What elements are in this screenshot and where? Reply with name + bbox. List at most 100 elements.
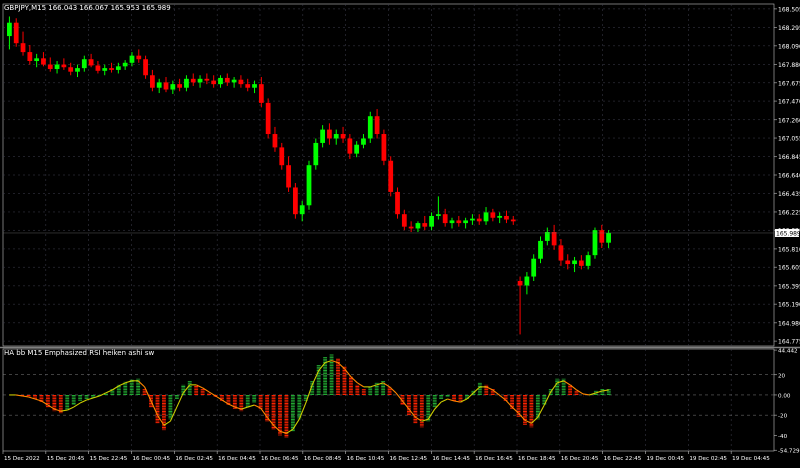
- candle-body: [354, 144, 360, 154]
- time-tick-label: 16 Dec 00:45: [133, 456, 171, 462]
- time-tick-label: 16 Dec 16:45: [475, 456, 513, 462]
- price-tick-label: 165.605: [778, 265, 800, 272]
- candle-body: [313, 142, 319, 166]
- time-tick-label: 16 Dec 14:45: [432, 456, 470, 462]
- candle-body: [578, 260, 584, 266]
- signal-line-segment: [318, 362, 326, 372]
- indicator-tick-label: -40: [778, 434, 788, 440]
- candle-body: [150, 75, 155, 88]
- candle-body: [544, 232, 550, 241]
- candle-body: [306, 165, 312, 206]
- candle-body: [7, 22, 12, 37]
- candle-body: [177, 84, 183, 88]
- candle-body: [483, 212, 489, 222]
- candle-body: [517, 280, 523, 286]
- candle-body: [381, 134, 387, 161]
- candle-body: [292, 187, 298, 215]
- candle-body: [504, 215, 509, 220]
- candle-body: [429, 215, 434, 227]
- price-tick-label: 168.295: [778, 25, 800, 32]
- time-tick-label: 16 Dec 22:45: [604, 456, 642, 462]
- indicator-tick-label: -20: [778, 414, 788, 420]
- candle-body: [333, 134, 339, 139]
- signal-line-segment: [208, 391, 216, 397]
- candle-body: [211, 80, 217, 85]
- signal-line-segment: [453, 400, 461, 403]
- axes-layer: 168.505 168.295 168.090 167.880 167.675 167.4…: [0, 6, 800, 462]
- candle-body: [197, 78, 203, 83]
- candle-body: [470, 218, 475, 221]
- price-tick-label: 167.675: [778, 80, 800, 87]
- signal-line-segment: [228, 403, 236, 408]
- candle-body: [606, 232, 611, 243]
- price-tick-label: 167.055: [778, 136, 800, 143]
- candle-body: [327, 129, 332, 139]
- price-tick-label: 166.435: [778, 191, 800, 198]
- candle-body: [88, 59, 94, 66]
- time-tick-label: 15 Dec 22:45: [90, 456, 128, 462]
- indicator-tick-label: 0.00: [778, 393, 791, 399]
- candle-body: [163, 82, 169, 90]
- candle-body: [184, 78, 189, 88]
- candle-body: [299, 205, 305, 215]
- candle-body: [497, 215, 503, 218]
- price-tick-label: 165.190: [778, 302, 800, 309]
- candle-body: [524, 276, 530, 286]
- candle-body: [81, 59, 87, 69]
- candle-body: [68, 67, 74, 72]
- candle-body: [367, 116, 373, 139]
- price-tick-label: 167.470: [778, 99, 800, 106]
- price-tick-label: 164.775: [778, 339, 800, 346]
- signal-line-segment: [169, 406, 178, 422]
- candle-body: [490, 212, 496, 218]
- candle-body: [320, 129, 326, 143]
- time-tick-label: 19 Dec 04:45: [732, 456, 770, 462]
- candle-body: [27, 52, 33, 61]
- time-tick-label: 16 Dec 08:45: [304, 456, 342, 462]
- candle-body: [156, 82, 162, 88]
- candle-body: [340, 134, 346, 139]
- candle-body: [422, 223, 428, 227]
- candle-body: [449, 220, 455, 224]
- candle-body: [408, 226, 414, 229]
- indicator-tick-label: 20: [778, 373, 786, 379]
- candle-body: [347, 138, 353, 154]
- candle-body: [463, 220, 468, 224]
- signal-line-segment: [582, 393, 590, 396]
- chart-svg[interactable]: 168.505 168.295 168.090 167.880 167.675 167.4…: [0, 0, 800, 464]
- chart-terminal[interactable]: 168.505 168.295 168.090 167.880 167.675 167.4…: [0, 0, 800, 464]
- candle-body: [551, 232, 557, 246]
- time-tick-label: 16 Dec 18:45: [518, 456, 556, 462]
- candle-body: [538, 240, 543, 259]
- candle-body: [238, 79, 244, 85]
- time-tick-label: 16 Dec 10:45: [347, 456, 385, 462]
- price-tick-label: 165.810: [778, 246, 800, 253]
- candle-body: [170, 84, 176, 90]
- price-tick-label: 168.090: [778, 43, 800, 50]
- signal-line-segment: [311, 370, 320, 386]
- price-tick-label: 168.505: [778, 6, 800, 13]
- candle-body: [102, 68, 108, 71]
- time-tick-label: 16 Dec 04:45: [218, 456, 256, 462]
- signal-line-segment: [144, 386, 152, 402]
- candle-body: [286, 165, 291, 188]
- candle-body: [245, 84, 251, 88]
- candle-body: [218, 77, 223, 85]
- candle-body: [204, 78, 210, 81]
- candle-body: [75, 68, 80, 72]
- price-tick-label: 167.260: [778, 117, 800, 124]
- candle-body: [54, 64, 60, 70]
- price-tick-label: 164.980: [778, 320, 800, 327]
- signal-line-segment: [569, 384, 577, 391]
- candle-body: [47, 64, 53, 70]
- candle-body: [224, 77, 230, 83]
- price-tick-label: 166.845: [778, 154, 800, 161]
- price-tick-label: 167.880: [778, 62, 800, 69]
- candle-body: [136, 55, 142, 60]
- candle-body: [13, 22, 19, 44]
- indicator-tick-label: 44.442: [778, 349, 798, 355]
- time-tick-label: 16 Dec 02:45: [175, 456, 213, 462]
- candle-body: [279, 147, 285, 166]
- candle-body: [599, 230, 605, 243]
- signal-line-segment: [550, 382, 558, 393]
